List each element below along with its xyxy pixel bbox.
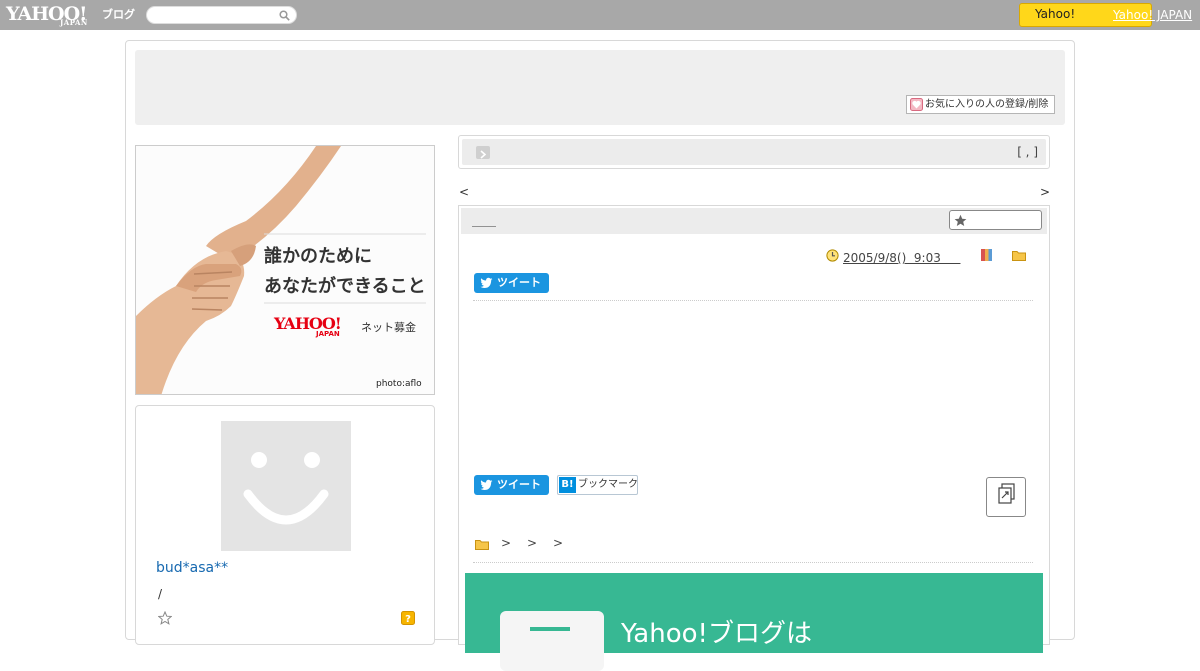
profile-card: bud*asa** / ? (135, 405, 435, 645)
hatena-bookmark-label: ブックマーク (578, 479, 638, 490)
favorite-register-button[interactable]: お気に入りの人の登録/削除 (906, 95, 1055, 114)
article-panel: ＿＿ 2005/9/8() 9:03 ツイート ツイート B! ブックマーク >… (458, 205, 1050, 671)
divider (473, 562, 1033, 563)
hatena-b-icon: B! (559, 477, 576, 493)
banner-card-bar (530, 627, 570, 631)
divider (473, 300, 1033, 301)
svg-text:?: ? (405, 614, 411, 625)
tweet-label: ツイート (497, 478, 541, 491)
favorite-article-button[interactable] (949, 210, 1042, 230)
share-icon (998, 483, 1015, 504)
category-folder-icon (475, 540, 489, 550)
charity-ad[interactable]: 誰かのために あなたができること YAHOO! JAPAN ネット募金 phot… (135, 145, 435, 395)
breadcrumb-right-text: [ , ] (1017, 145, 1038, 159)
hatena-bookmark-button[interactable]: B! ブックマーク (557, 475, 638, 495)
favorite-register-label: お気に入りの人の登録/削除 (925, 99, 1049, 110)
blog-service-banner[interactable]: Yahoo!ブログは (465, 573, 1043, 671)
logo-service-text: ブログ (102, 8, 135, 21)
banner-card-icon (500, 611, 604, 671)
clock-icon (826, 249, 839, 262)
yahoo-japan-link[interactable]: Yahoo! JAPAN (1113, 8, 1192, 22)
ad-photo-credit: photo:aflo (376, 379, 422, 389)
search-icon[interactable] (279, 10, 290, 21)
search-box[interactable] (146, 6, 297, 24)
tweet-label: ツイート (497, 276, 541, 289)
top-bar: YAHOO! JAPAN ブログ Yahoo! Yahoo! JAPAN (0, 0, 1200, 30)
ad-tagline: ネット募金 (361, 321, 416, 334)
next-article-link[interactable]: > (1040, 185, 1050, 199)
category-separator: > (527, 536, 538, 550)
breadcrumb: [ , ] (458, 135, 1050, 169)
twitter-bird-icon (480, 277, 493, 288)
twitter-bird-icon (480, 479, 493, 490)
logo-sub-text: JAPAN (60, 18, 88, 27)
share-button[interactable] (986, 477, 1026, 517)
ad-yahoo-logo-sub: JAPAN (316, 330, 340, 338)
profile-separator: / (158, 587, 163, 601)
tweet-button-bottom[interactable]: ツイート (474, 475, 549, 495)
breadcrumb-inner: [ , ] (462, 139, 1046, 165)
handshake-image (136, 146, 434, 394)
article-title: ＿＿ (472, 214, 497, 228)
star-outline-icon[interactable] (158, 611, 172, 625)
article-header: ＿＿ (461, 208, 1047, 234)
category-separator: > (501, 536, 512, 550)
help-icon[interactable]: ? (401, 611, 415, 625)
heart-icon (910, 98, 923, 111)
arrow-right-icon[interactable] (476, 146, 490, 159)
banner-text: Yahoo!ブログは (621, 619, 812, 649)
avatar-placeholder-icon[interactable] (221, 421, 351, 551)
ad-headline-2: あなたができること (264, 276, 426, 297)
book-icon[interactable] (980, 248, 993, 262)
category-separator: > (553, 536, 564, 550)
prev-article-link[interactable]: < (459, 185, 469, 199)
profile-name-link[interactable]: bud*asa** (156, 560, 228, 576)
folder-icon[interactable] (1012, 250, 1026, 261)
article-date-link[interactable]: 2005/9/8() 9:03 (843, 249, 960, 266)
search-input[interactable] (153, 9, 273, 22)
ad-headline-1: 誰かのために (264, 246, 372, 267)
star-icon (954, 214, 967, 226)
tweet-button[interactable]: ツイート (474, 273, 549, 293)
